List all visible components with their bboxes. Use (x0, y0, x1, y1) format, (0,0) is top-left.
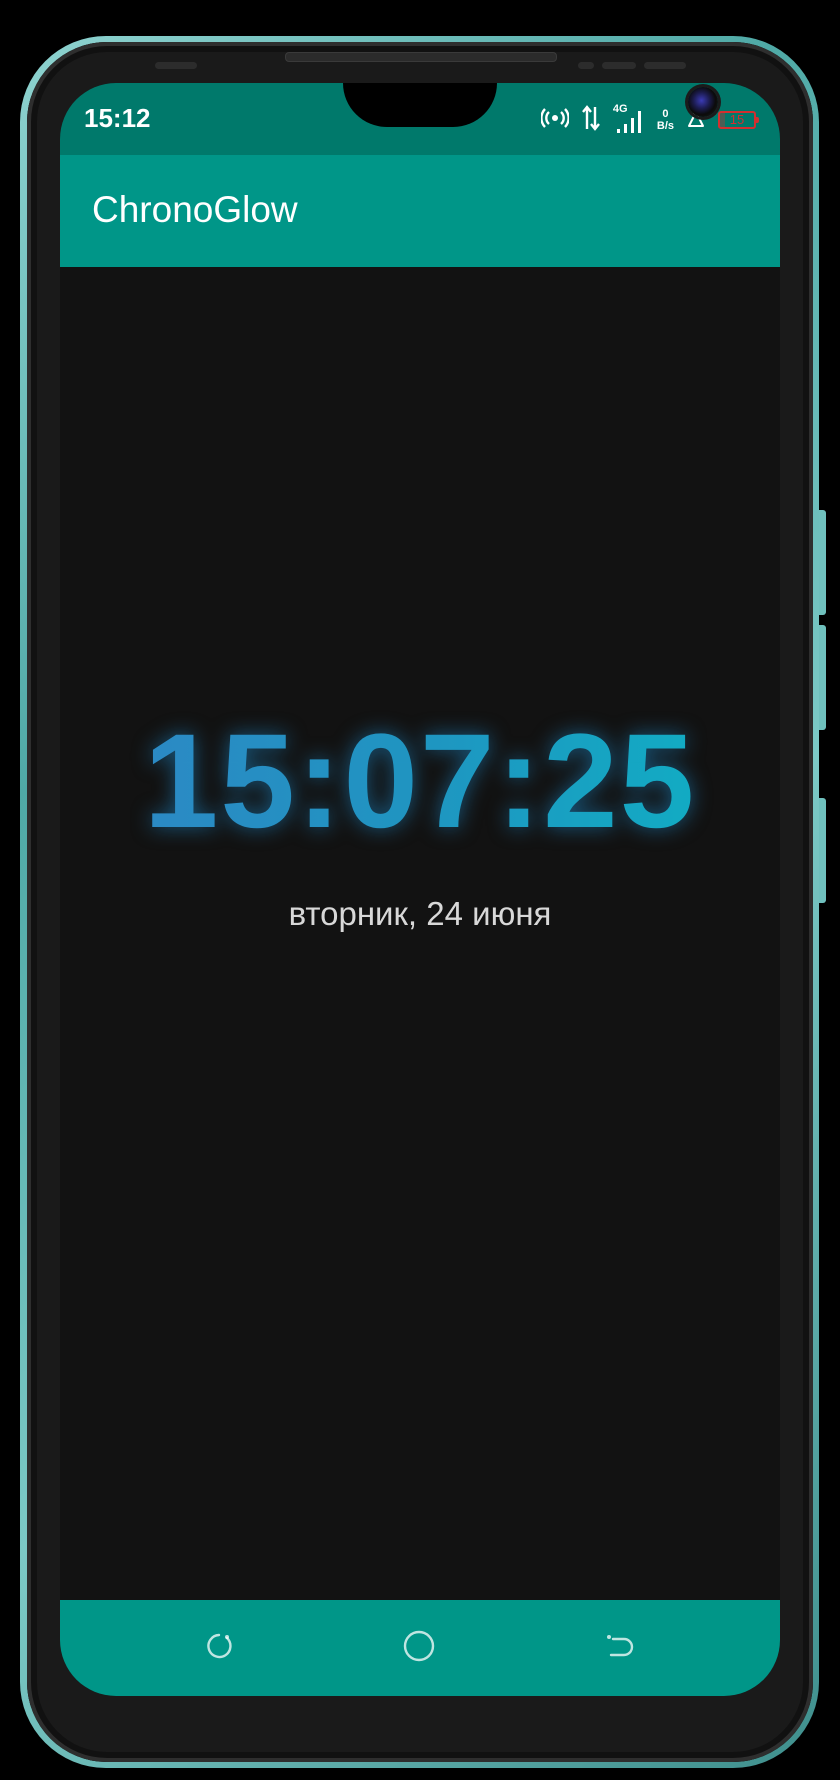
earpiece-speaker (285, 52, 557, 62)
volume-down-button (819, 625, 826, 730)
back-icon (602, 1629, 636, 1667)
app-bar: ChronoGlow (60, 155, 780, 267)
net-speed-unit: B/s (656, 120, 674, 132)
status-icons: 4G 0 B/s 15 (540, 103, 759, 135)
front-camera-icon (688, 87, 718, 117)
recents-button[interactable] (199, 1628, 239, 1668)
recents-icon (202, 1629, 236, 1667)
status-time: 15:12 (84, 103, 151, 133)
battery-fill (720, 113, 726, 127)
sensor (602, 62, 636, 69)
net-speed-value: 0 (662, 108, 669, 120)
sensor (155, 62, 197, 69)
battery-tip (756, 117, 759, 123)
home-icon (401, 1628, 437, 1668)
date-label: вторник, 24 июня (288, 895, 552, 932)
home-button[interactable] (399, 1628, 439, 1668)
power-button (819, 798, 826, 903)
clock-content: 15:07:25 вторник, 24 июня (60, 267, 780, 1600)
hotspot-icon (540, 107, 570, 133)
battery-icon: 15 (718, 111, 759, 129)
app-title: ChronoGlow (92, 189, 298, 230)
digital-clock: 15:07:25 (60, 707, 780, 857)
sensor (578, 62, 594, 69)
camera-notch (343, 83, 718, 127)
navigation-bar (60, 1600, 780, 1696)
signal-icon: 4G (613, 103, 645, 135)
network-speed: 0 B/s (657, 108, 674, 132)
data-transfer-icon (581, 105, 601, 135)
phone-screen: 15:12 4G 0 B/s 15 ChronoGlow 15:07:25 вт… (60, 83, 780, 1696)
sensor (644, 62, 686, 69)
back-button[interactable] (599, 1628, 639, 1668)
battery-level: 15 (729, 112, 745, 127)
volume-up-button (819, 510, 826, 615)
